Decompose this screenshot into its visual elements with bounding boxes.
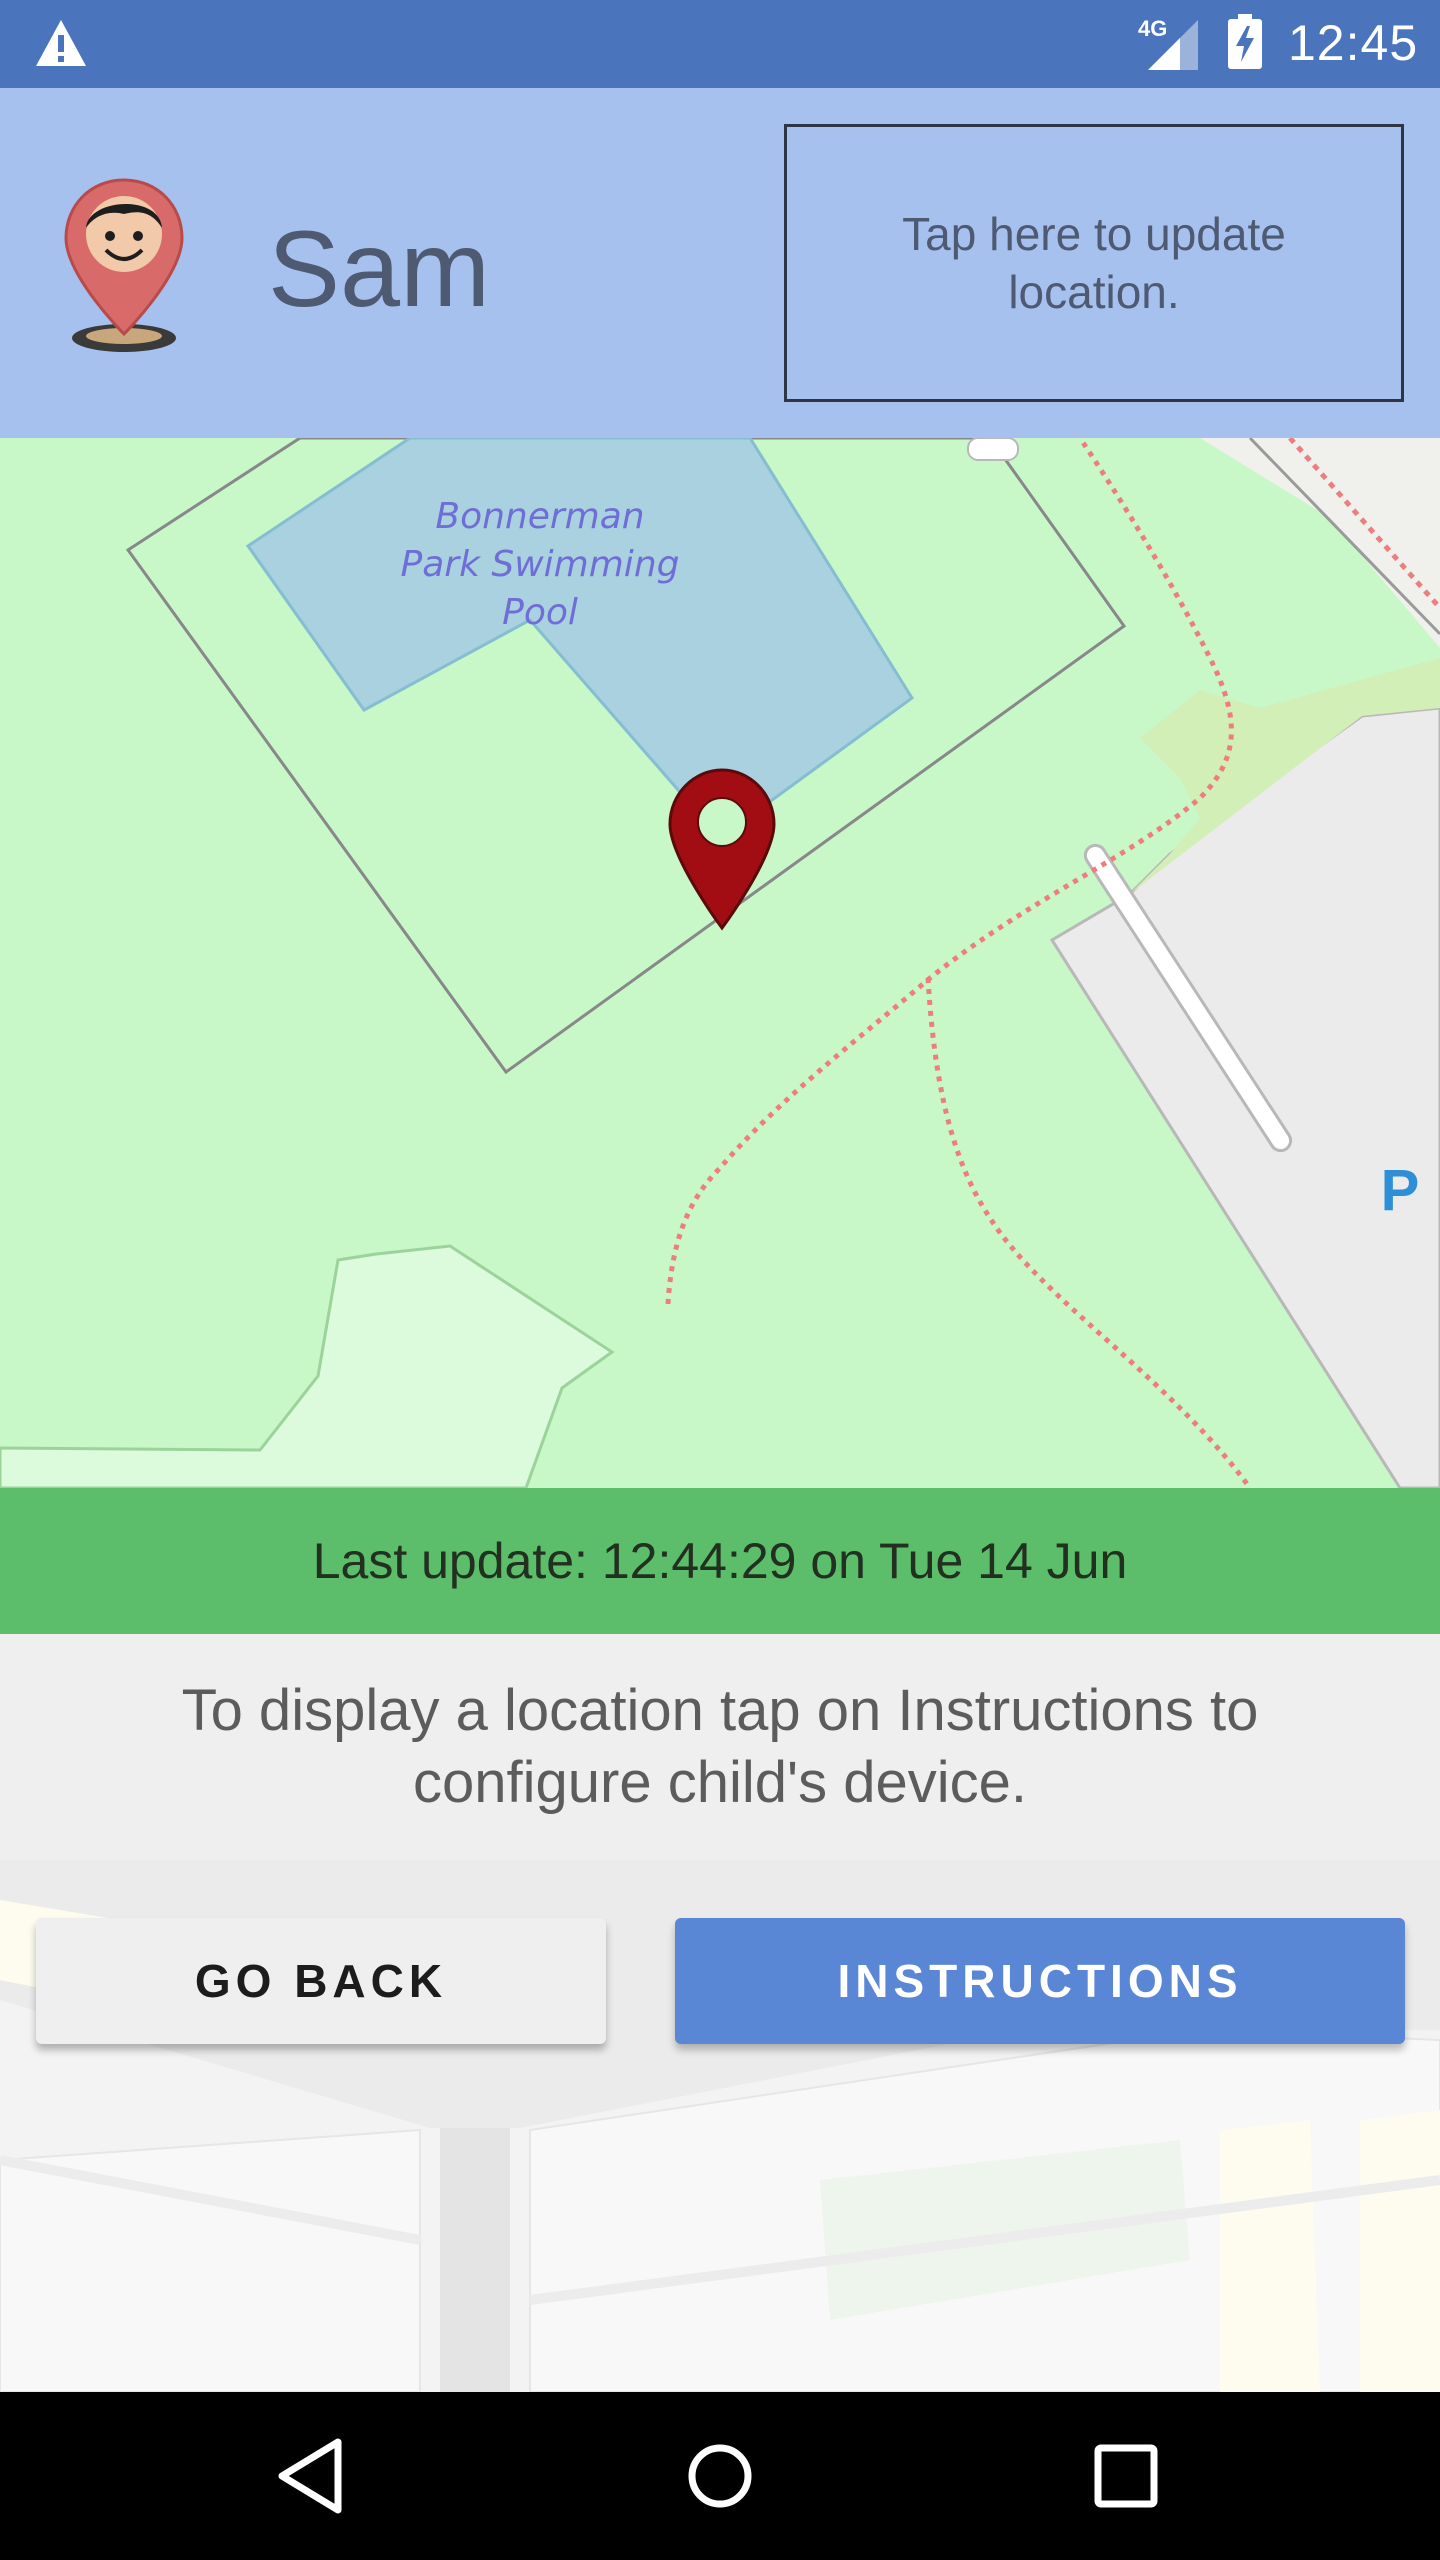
- update-location-button[interactable]: Tap here to update location.: [784, 124, 1404, 402]
- battery-charging-icon: [1228, 14, 1262, 69]
- go-back-button[interactable]: GO BACK: [36, 1918, 606, 2044]
- warning-icon: [36, 20, 86, 66]
- system-nav-bar: [0, 2392, 1440, 2560]
- last-update-banner: Last update: 12:44:29 on Tue 14 Jun: [0, 1488, 1440, 1634]
- instructions-button[interactable]: INSTRUCTIONS: [675, 1918, 1405, 2044]
- poi-label: Bonnerman: [435, 496, 644, 537]
- back-triangle-icon[interactable]: [268, 2430, 360, 2522]
- svg-text:Park Swimming: Park Swimming: [401, 544, 680, 585]
- status-bar: 4G 12:45: [0, 0, 1440, 88]
- svg-text:Pool: Pool: [502, 592, 578, 633]
- status-time: 12:45: [1288, 15, 1419, 71]
- child-name: Sam: [268, 208, 491, 329]
- signal-icon: 4G: [1138, 16, 1198, 70]
- parking-label: P: [1381, 1158, 1420, 1223]
- background-map: GO BACK INSTRUCTIONS: [0, 1860, 1440, 2392]
- recents-square-icon[interactable]: [1080, 2430, 1172, 2522]
- child-location-pin-icon: [64, 178, 184, 352]
- network-type-label: 4G: [1138, 16, 1167, 41]
- instructions-message: To display a location tap on Instruction…: [0, 1634, 1440, 1860]
- home-circle-icon[interactable]: [674, 2430, 766, 2522]
- location-map[interactable]: Bonnerman Park Swimming Pool P: [0, 438, 1440, 1488]
- child-header: Sam Tap here to update location.: [0, 88, 1440, 438]
